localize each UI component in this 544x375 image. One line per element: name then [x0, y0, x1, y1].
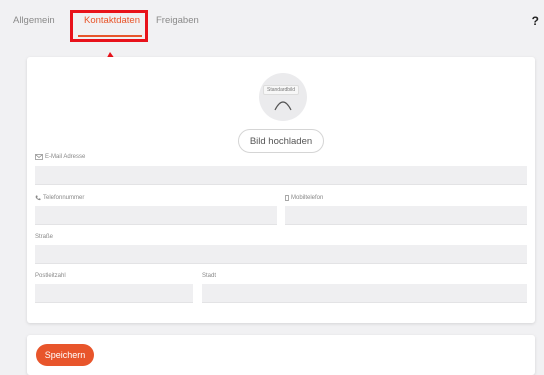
street-label-row: Straße — [35, 234, 53, 240]
contact-card: Standardbild Bild hochladen E-Mail Adres… — [27, 57, 535, 323]
mobile-field[interactable] — [285, 206, 527, 225]
email-field[interactable] — [35, 166, 527, 185]
phone-field[interactable] — [35, 206, 277, 225]
email-label: E-Mail Adresse — [45, 154, 86, 160]
street-field[interactable] — [35, 245, 527, 264]
phone-label: Telefonnummer — [43, 195, 85, 201]
tab-allgemein[interactable]: Allgemein — [13, 15, 55, 26]
email-label-row: E-Mail Adresse — [35, 154, 85, 160]
save-button[interactable]: Speichern — [36, 344, 94, 366]
avatar[interactable] — [259, 73, 307, 121]
upload-image-button[interactable]: Bild hochladen — [238, 129, 324, 153]
city-label: Stadt — [202, 273, 217, 279]
phone-label-row: Telefonnummer — [35, 195, 84, 201]
mobile-label-row: Mobiltelefon — [285, 195, 323, 201]
save-card: Speichern — [27, 335, 535, 375]
avatar-label: Standardbild — [263, 85, 300, 95]
city-field[interactable] — [202, 284, 527, 303]
mobile-phone-icon — [285, 195, 289, 201]
city-label-row: Stadt — [202, 273, 216, 279]
phone-icon — [35, 195, 41, 201]
tab-freigaben[interactable]: Freigaben — [156, 15, 199, 26]
zip-label: Postleitzahl — [35, 273, 66, 279]
annotation-highlight-box — [70, 10, 148, 42]
zip-label-row: Postleitzahl — [35, 273, 66, 279]
street-label: Straße — [35, 234, 54, 240]
user-silhouette-icon — [274, 101, 292, 111]
zip-field[interactable] — [35, 284, 193, 303]
help-button[interactable]: ? — [532, 14, 539, 28]
envelope-icon — [35, 154, 43, 160]
mobile-label: Mobiltelefon — [291, 195, 324, 201]
